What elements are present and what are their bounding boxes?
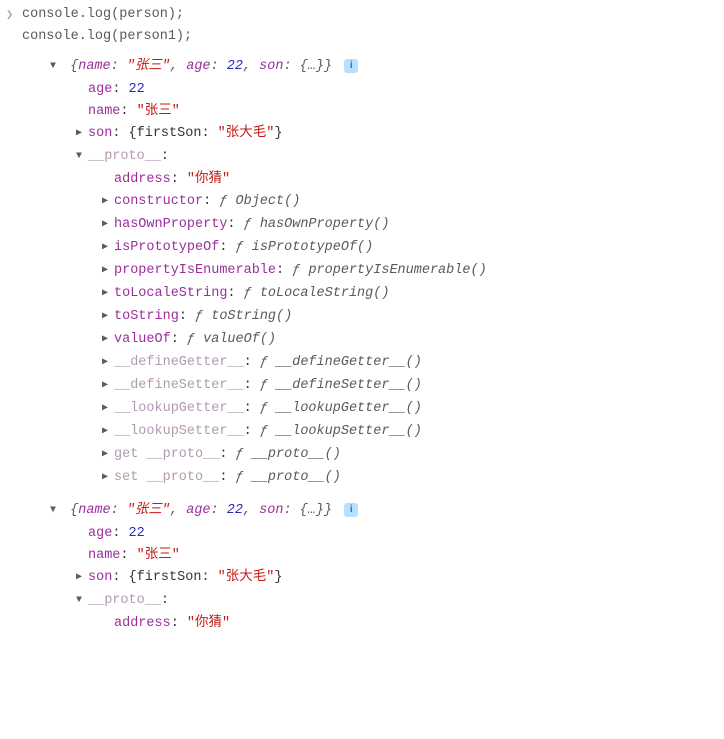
info-icon[interactable]: i bbox=[344, 503, 358, 517]
expand-toggle-icon[interactable]: ▶ bbox=[102, 444, 114, 466]
console-input: console.log(person1); bbox=[0, 26, 724, 48]
expand-toggle-icon[interactable]: ▼ bbox=[50, 500, 62, 522]
property-row[interactable]: ▶toLocaleString: ƒ toLocaleString() bbox=[30, 283, 724, 306]
object-summary[interactable]: ▼ {name: "张三", age: 22, son: {…}} i bbox=[30, 56, 724, 79]
property-row[interactable]: ▶toString: ƒ toString() bbox=[30, 306, 724, 329]
property-row[interactable]: ▶get __proto__: ƒ __proto__() bbox=[30, 444, 724, 467]
expand-toggle-icon[interactable]: ▶ bbox=[102, 260, 114, 282]
expand-toggle-icon[interactable]: ▼ bbox=[76, 590, 88, 612]
info-icon[interactable]: i bbox=[344, 59, 358, 73]
expand-toggle-icon[interactable]: ▶ bbox=[102, 283, 114, 305]
object-preview: {name: "张三", age: 22, son: {…}} bbox=[70, 503, 332, 518]
input-caret-icon: ❯ bbox=[6, 4, 13, 26]
expand-toggle-icon[interactable]: ▶ bbox=[102, 329, 114, 351]
expand-toggle-icon[interactable]: ▼ bbox=[76, 146, 88, 168]
property-row[interactable]: ▶__defineGetter__: ƒ __defineGetter__() bbox=[30, 352, 724, 375]
expand-toggle-icon[interactable]: ▶ bbox=[102, 237, 114, 259]
property-row[interactable]: ▶propertyIsEnumerable: ƒ propertyIsEnume… bbox=[30, 260, 724, 283]
property-row[interactable]: ▶valueOf: ƒ valueOf() bbox=[30, 329, 724, 352]
proto-entries: ▶constructor: ƒ Object()▶hasOwnProperty:… bbox=[30, 191, 724, 490]
expand-toggle-icon[interactable]: ▶ bbox=[102, 398, 114, 420]
property-row: name: "张三" bbox=[30, 101, 724, 123]
property-row[interactable]: ▶isPrototypeOf: ƒ isPrototypeOf() bbox=[30, 237, 724, 260]
console-input: ❯ console.log(person); bbox=[0, 4, 724, 26]
object-preview: {name: "张三", age: 22, son: {…}} bbox=[70, 59, 332, 74]
property-row: address: "你猜" bbox=[30, 169, 724, 191]
input-line-1: console.log(person); bbox=[22, 7, 184, 22]
property-row[interactable]: ▼__proto__: bbox=[30, 590, 724, 613]
expand-toggle-icon[interactable]: ▶ bbox=[102, 467, 114, 489]
property-row[interactable]: ▶__defineSetter__: ƒ __defineSetter__() bbox=[30, 375, 724, 398]
expand-toggle-icon[interactable]: ▶ bbox=[102, 191, 114, 213]
expand-toggle-icon[interactable]: ▶ bbox=[102, 421, 114, 443]
input-line-2: console.log(person1); bbox=[22, 29, 192, 44]
property-row: age: 22 bbox=[30, 523, 724, 545]
object-summary[interactable]: ▼ {name: "张三", age: 22, son: {…}} i bbox=[30, 500, 724, 523]
property-row[interactable]: ▶son: {firstSon: "张大毛"} bbox=[30, 123, 724, 146]
expand-toggle-icon[interactable]: ▶ bbox=[76, 123, 88, 145]
property-row: address: "你猜" bbox=[30, 613, 724, 635]
expand-toggle-icon[interactable]: ▶ bbox=[102, 352, 114, 374]
property-row[interactable]: ▶__lookupGetter__: ƒ __lookupGetter__() bbox=[30, 398, 724, 421]
property-row[interactable]: ▶constructor: ƒ Object() bbox=[30, 191, 724, 214]
property-row[interactable]: ▶son: {firstSon: "张大毛"} bbox=[30, 567, 724, 590]
expand-toggle-icon[interactable]: ▶ bbox=[102, 375, 114, 397]
property-row: name: "张三" bbox=[30, 545, 724, 567]
console-output: ▼ {name: "张三", age: 22, son: {…}} i age:… bbox=[0, 48, 724, 635]
property-row[interactable]: ▶hasOwnProperty: ƒ hasOwnProperty() bbox=[30, 214, 724, 237]
property-row[interactable]: ▶__lookupSetter__: ƒ __lookupSetter__() bbox=[30, 421, 724, 444]
expand-toggle-icon[interactable]: ▶ bbox=[102, 306, 114, 328]
expand-toggle-icon[interactable]: ▶ bbox=[76, 567, 88, 589]
property-row[interactable]: ▼__proto__: bbox=[30, 146, 724, 169]
expand-toggle-icon[interactable]: ▼ bbox=[50, 56, 62, 78]
property-row: age: 22 bbox=[30, 79, 724, 101]
property-row[interactable]: ▶set __proto__: ƒ __proto__() bbox=[30, 467, 724, 490]
expand-toggle-icon[interactable]: ▶ bbox=[102, 214, 114, 236]
